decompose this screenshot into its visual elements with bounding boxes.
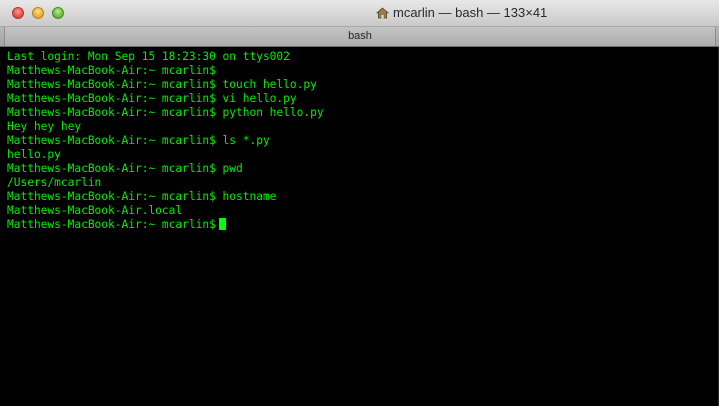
terminal-line: /Users/mcarlin: [7, 176, 102, 189]
minimize-window-button[interactable]: [32, 7, 44, 19]
tab-label: bash: [348, 30, 372, 42]
close-window-button[interactable]: [12, 7, 24, 19]
home-icon: [375, 7, 390, 22]
terminal-line: Matthews-MacBook-Air:~ mcarlin$ vi hello…: [7, 92, 297, 105]
terminal-window: mcarlin — bash — 133×41 bash Last login:…: [0, 0, 719, 406]
terminal-line: Hey hey hey: [7, 120, 82, 133]
terminal-line: Matthews-MacBook-Air:~ mcarlin$ pwd: [7, 162, 243, 175]
title-bar[interactable]: mcarlin — bash — 133×41: [0, 0, 719, 27]
terminal-lines: Last login: Mon Sep 15 18:23:30 on ttys0…: [7, 50, 324, 232]
terminal-line: Matthews-MacBook-Air:~ mcarlin$ hostname: [7, 190, 277, 203]
tab-bash[interactable]: bash: [4, 27, 716, 46]
terminal-line: Matthews-MacBook-Air:~ mcarlin$ ls *.py: [7, 134, 270, 147]
terminal-line: hello.py: [7, 148, 61, 161]
window-title: mcarlin — bash — 133×41: [375, 5, 548, 22]
zoom-window-button[interactable]: [52, 7, 64, 19]
tab-bar: bash: [0, 27, 719, 47]
window-title-text: mcarlin — bash — 133×41: [393, 5, 548, 20]
terminal-line: Last login: Mon Sep 15 18:23:30 on ttys0…: [7, 50, 290, 63]
terminal-line: Matthews-MacBook-Air.local: [7, 204, 183, 217]
terminal-output[interactable]: Last login: Mon Sep 15 18:23:30 on ttys0…: [0, 47, 719, 406]
text-cursor: [218, 218, 226, 230]
terminal-line: Matthews-MacBook-Air:~ mcarlin$ python h…: [7, 106, 324, 119]
terminal-prompt-line[interactable]: Matthews-MacBook-Air:~ mcarlin$: [7, 218, 324, 232]
terminal-prompt: Matthews-MacBook-Air:~ mcarlin$: [7, 218, 216, 231]
terminal-line: Matthews-MacBook-Air:~ mcarlin$ touch he…: [7, 78, 317, 91]
terminal-line: Matthews-MacBook-Air:~ mcarlin$: [7, 64, 216, 77]
